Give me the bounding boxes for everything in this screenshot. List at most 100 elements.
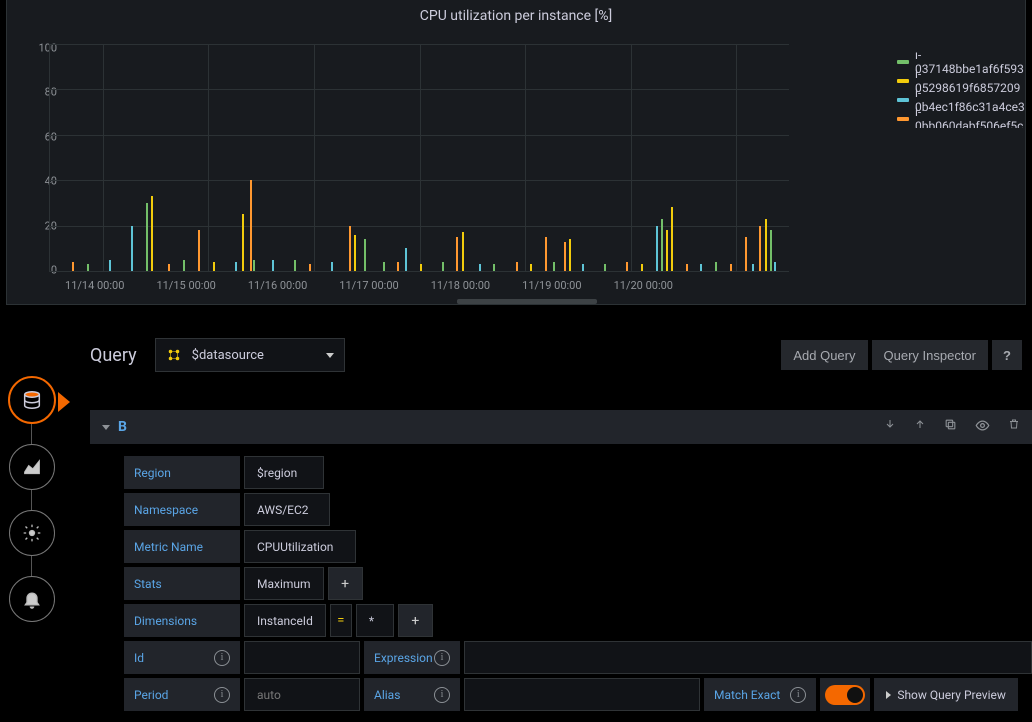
info-icon[interactable]: i — [214, 650, 230, 666]
chart-bar[interactable] — [198, 230, 200, 271]
region-value[interactable]: $region — [244, 456, 324, 489]
alias-label: Alias i — [364, 678, 460, 711]
chart-bar[interactable] — [364, 239, 366, 271]
id-input[interactable] — [244, 641, 360, 674]
x-tick: 11/17 00:00 — [339, 279, 398, 292]
chart-bar[interactable] — [745, 237, 747, 271]
chart-bar[interactable] — [272, 260, 274, 271]
chart-bar[interactable] — [656, 226, 658, 271]
chart-plot-area[interactable]: 020406080100 11/14 00:0011/15 00:0011/16… — [19, 40, 889, 294]
chart-bar[interactable] — [242, 214, 244, 271]
dimensions-label: Dimensions — [124, 604, 240, 637]
chart-bar[interactable] — [253, 260, 255, 271]
chart-bar[interactable] — [686, 264, 688, 271]
chart-bar[interactable] — [442, 262, 444, 271]
move-up-icon[interactable] — [914, 418, 926, 437]
chart-bar[interactable] — [146, 203, 148, 271]
chart-bar[interactable] — [759, 226, 761, 271]
metric-name-value[interactable]: CPUUtilization — [244, 530, 356, 563]
chart-bar[interactable] — [765, 219, 767, 271]
chart-bar[interactable] — [72, 262, 74, 271]
chart-bar[interactable] — [235, 262, 237, 271]
chart-bar[interactable] — [420, 264, 422, 271]
chart-bar[interactable] — [770, 230, 772, 271]
chart-bar[interactable] — [774, 262, 776, 271]
chart-bar[interactable] — [700, 264, 702, 271]
match-exact-toggle[interactable] — [825, 685, 865, 705]
period-label: Period i — [124, 678, 240, 711]
query-inspector-button[interactable]: Query Inspector — [872, 340, 989, 370]
nav-queries-icon[interactable] — [8, 376, 56, 424]
chart-bar[interactable] — [405, 248, 407, 271]
chart-bar[interactable] — [752, 264, 754, 271]
chart-scrollbar[interactable] — [457, 299, 597, 304]
chart-bar[interactable] — [354, 235, 356, 271]
toggle-visibility-icon[interactable] — [975, 418, 990, 437]
duplicate-icon[interactable] — [944, 418, 957, 437]
expression-input[interactable] — [464, 641, 1032, 674]
chart-bar[interactable] — [553, 262, 555, 271]
chart-bar[interactable] — [530, 264, 532, 271]
chart-bar[interactable] — [109, 260, 111, 271]
nav-visualization-icon[interactable] — [9, 444, 55, 490]
namespace-value[interactable]: AWS/EC2 — [244, 493, 330, 526]
chart-bar[interactable] — [250, 180, 252, 271]
chart-bar[interactable] — [87, 264, 89, 271]
caret-down-icon — [326, 353, 334, 358]
chart-bar[interactable] — [456, 237, 458, 271]
info-icon[interactable]: i — [790, 687, 806, 703]
chart-bar[interactable] — [730, 264, 732, 271]
alias-input[interactable] — [464, 678, 700, 711]
chart-bar[interactable] — [671, 207, 673, 271]
chart-bar[interactable] — [641, 264, 643, 271]
chart-bar[interactable] — [183, 260, 185, 271]
chart-bar[interactable] — [294, 260, 296, 271]
period-input[interactable]: auto — [244, 678, 360, 711]
dimensions-add-button[interactable]: + — [398, 604, 433, 637]
chart-bar[interactable] — [564, 242, 566, 272]
stats-add-button[interactable]: + — [328, 567, 363, 600]
chart-bar[interactable] — [626, 262, 628, 271]
chart-bar[interactable] — [349, 226, 351, 271]
chart-bar[interactable] — [604, 264, 606, 271]
dimension-value[interactable]: * — [356, 604, 394, 637]
legend-label: i-0bb060dabf506ef5c — [915, 105, 1025, 129]
chart-bar[interactable] — [168, 264, 170, 271]
chart-bar[interactable] — [666, 230, 668, 271]
move-down-icon[interactable] — [884, 418, 896, 437]
editor-side-nav — [8, 376, 56, 622]
info-icon[interactable]: i — [214, 687, 230, 703]
nav-alert-icon[interactable] — [9, 576, 55, 622]
chart-bar[interactable] — [545, 237, 547, 271]
legend-item[interactable]: i-0bb060dabf506ef5c — [897, 109, 1025, 128]
nav-general-icon[interactable] — [9, 510, 55, 556]
info-icon[interactable]: i — [434, 650, 450, 666]
chart-bar[interactable] — [309, 264, 311, 271]
chart-bar[interactable] — [331, 262, 333, 271]
chart-bar[interactable] — [131, 226, 133, 271]
chart-bar[interactable] — [516, 262, 518, 271]
chart-bar[interactable] — [383, 262, 385, 271]
datasource-select[interactable]: $datasource — [155, 338, 345, 372]
chart-bar[interactable] — [397, 262, 399, 271]
help-button[interactable]: ? — [992, 340, 1022, 370]
show-query-preview-button[interactable]: Show Query Preview — [874, 678, 1018, 711]
chart-bar[interactable] — [569, 239, 571, 271]
chart-bar[interactable] — [213, 262, 215, 271]
dimension-key[interactable]: InstanceId — [244, 604, 326, 637]
stats-value[interactable]: Maximum — [244, 567, 324, 600]
info-icon[interactable]: i — [434, 687, 450, 703]
add-query-button[interactable]: Add Query — [781, 340, 867, 370]
query-header[interactable]: B — [90, 410, 1032, 444]
chart-bar[interactable] — [479, 264, 481, 271]
chart-bar[interactable] — [151, 196, 153, 271]
chart-bar[interactable] — [462, 232, 464, 271]
chart-bar[interactable] — [661, 219, 663, 271]
delete-icon[interactable] — [1008, 418, 1020, 437]
dimension-op[interactable]: = — [330, 604, 352, 637]
chart-bar[interactable] — [715, 262, 717, 271]
chart-legend[interactable]: i-037148bbe1af6f593i-05298619f6857209i-0… — [897, 52, 1025, 128]
chart-bar[interactable] — [493, 264, 495, 271]
chart-bar[interactable] — [582, 264, 584, 271]
play-icon — [886, 691, 891, 699]
